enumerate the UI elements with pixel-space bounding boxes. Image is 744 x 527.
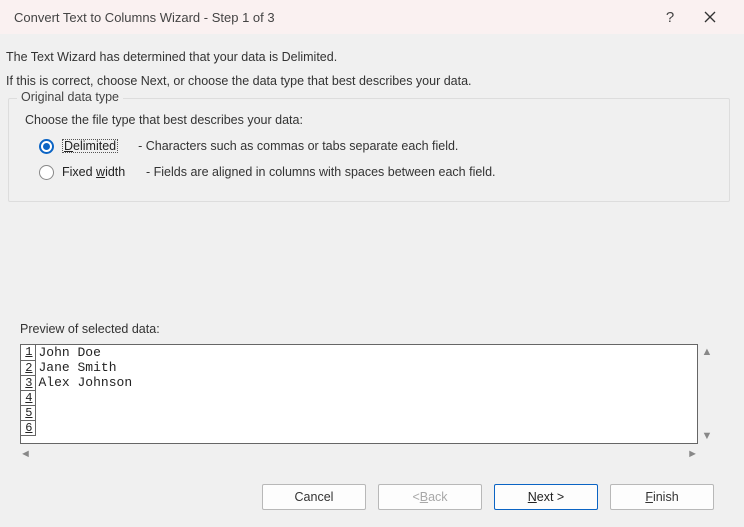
row-number: 2 [21, 360, 35, 375]
preview-area: 1John Doe2Jane Smith3Alex Johnson456 ▲ ▼ [20, 344, 716, 444]
radio-fixed-label: Fixed width [62, 165, 146, 179]
scroll-down-icon[interactable]: ▼ [702, 430, 713, 442]
close-button[interactable] [690, 11, 730, 23]
row-value [35, 420, 135, 435]
row-value: John Doe [35, 345, 135, 360]
row-number: 1 [21, 345, 35, 360]
help-button[interactable]: ? [650, 9, 690, 26]
preview-table: 1John Doe2Jane Smith3Alex Johnson456 [21, 345, 135, 436]
back-button[interactable]: < Back [378, 484, 482, 510]
original-data-type-group: Original data type Choose the file type … [8, 98, 730, 202]
cancel-button[interactable]: Cancel [262, 484, 366, 510]
scroll-right-icon[interactable]: ► [687, 448, 698, 460]
row-value: Jane Smith [35, 360, 135, 375]
wizard-buttons: Cancel < Back Next > Finish [6, 462, 730, 510]
group-legend: Original data type [17, 90, 123, 104]
table-row: 6 [21, 420, 135, 435]
table-row: 2Jane Smith [21, 360, 135, 375]
preview-box: 1John Doe2Jane Smith3Alex Johnson456 [20, 344, 698, 444]
titlebar: Convert Text to Columns Wizard - Step 1 … [0, 0, 744, 34]
row-number: 6 [21, 420, 35, 435]
table-row: 4 [21, 390, 135, 405]
radio-fixed-width[interactable]: Fixed width - Fields are aligned in colu… [39, 161, 717, 183]
table-row: 1John Doe [21, 345, 135, 360]
row-number: 5 [21, 405, 35, 420]
row-value [35, 405, 135, 420]
radio-fixed-desc: - Fields are aligned in columns with spa… [146, 165, 496, 179]
choose-text: Choose the file type that best describes… [25, 113, 717, 127]
radio-delimited-indicator [39, 139, 54, 154]
intro-text-2: If this is correct, choose Next, or choo… [6, 74, 730, 88]
row-number: 4 [21, 390, 35, 405]
table-row: 3Alex Johnson [21, 375, 135, 390]
window-title: Convert Text to Columns Wizard - Step 1 … [14, 10, 650, 25]
intro-text-1: The Text Wizard has determined that your… [6, 50, 730, 64]
radio-fixed-indicator [39, 165, 54, 180]
scroll-left-icon[interactable]: ◄ [20, 448, 31, 460]
horizontal-scrollbar[interactable]: ◄ ► [20, 446, 698, 462]
radio-delimited[interactable]: Delimited - Characters such as commas or… [39, 135, 717, 157]
preview-label: Preview of selected data: [20, 322, 730, 336]
row-number: 3 [21, 375, 35, 390]
table-row: 5 [21, 405, 135, 420]
wizard-body: The Text Wizard has determined that your… [0, 34, 744, 510]
row-value: Alex Johnson [35, 375, 135, 390]
vertical-scrollbar[interactable]: ▲ ▼ [698, 344, 716, 444]
scroll-up-icon[interactable]: ▲ [702, 346, 713, 358]
row-value [35, 390, 135, 405]
radio-delimited-desc: - Characters such as commas or tabs sepa… [138, 139, 458, 153]
radio-delimited-label: Delimited [62, 139, 118, 153]
finish-button[interactable]: Finish [610, 484, 714, 510]
close-icon [704, 11, 716, 23]
next-button[interactable]: Next > [494, 484, 598, 510]
